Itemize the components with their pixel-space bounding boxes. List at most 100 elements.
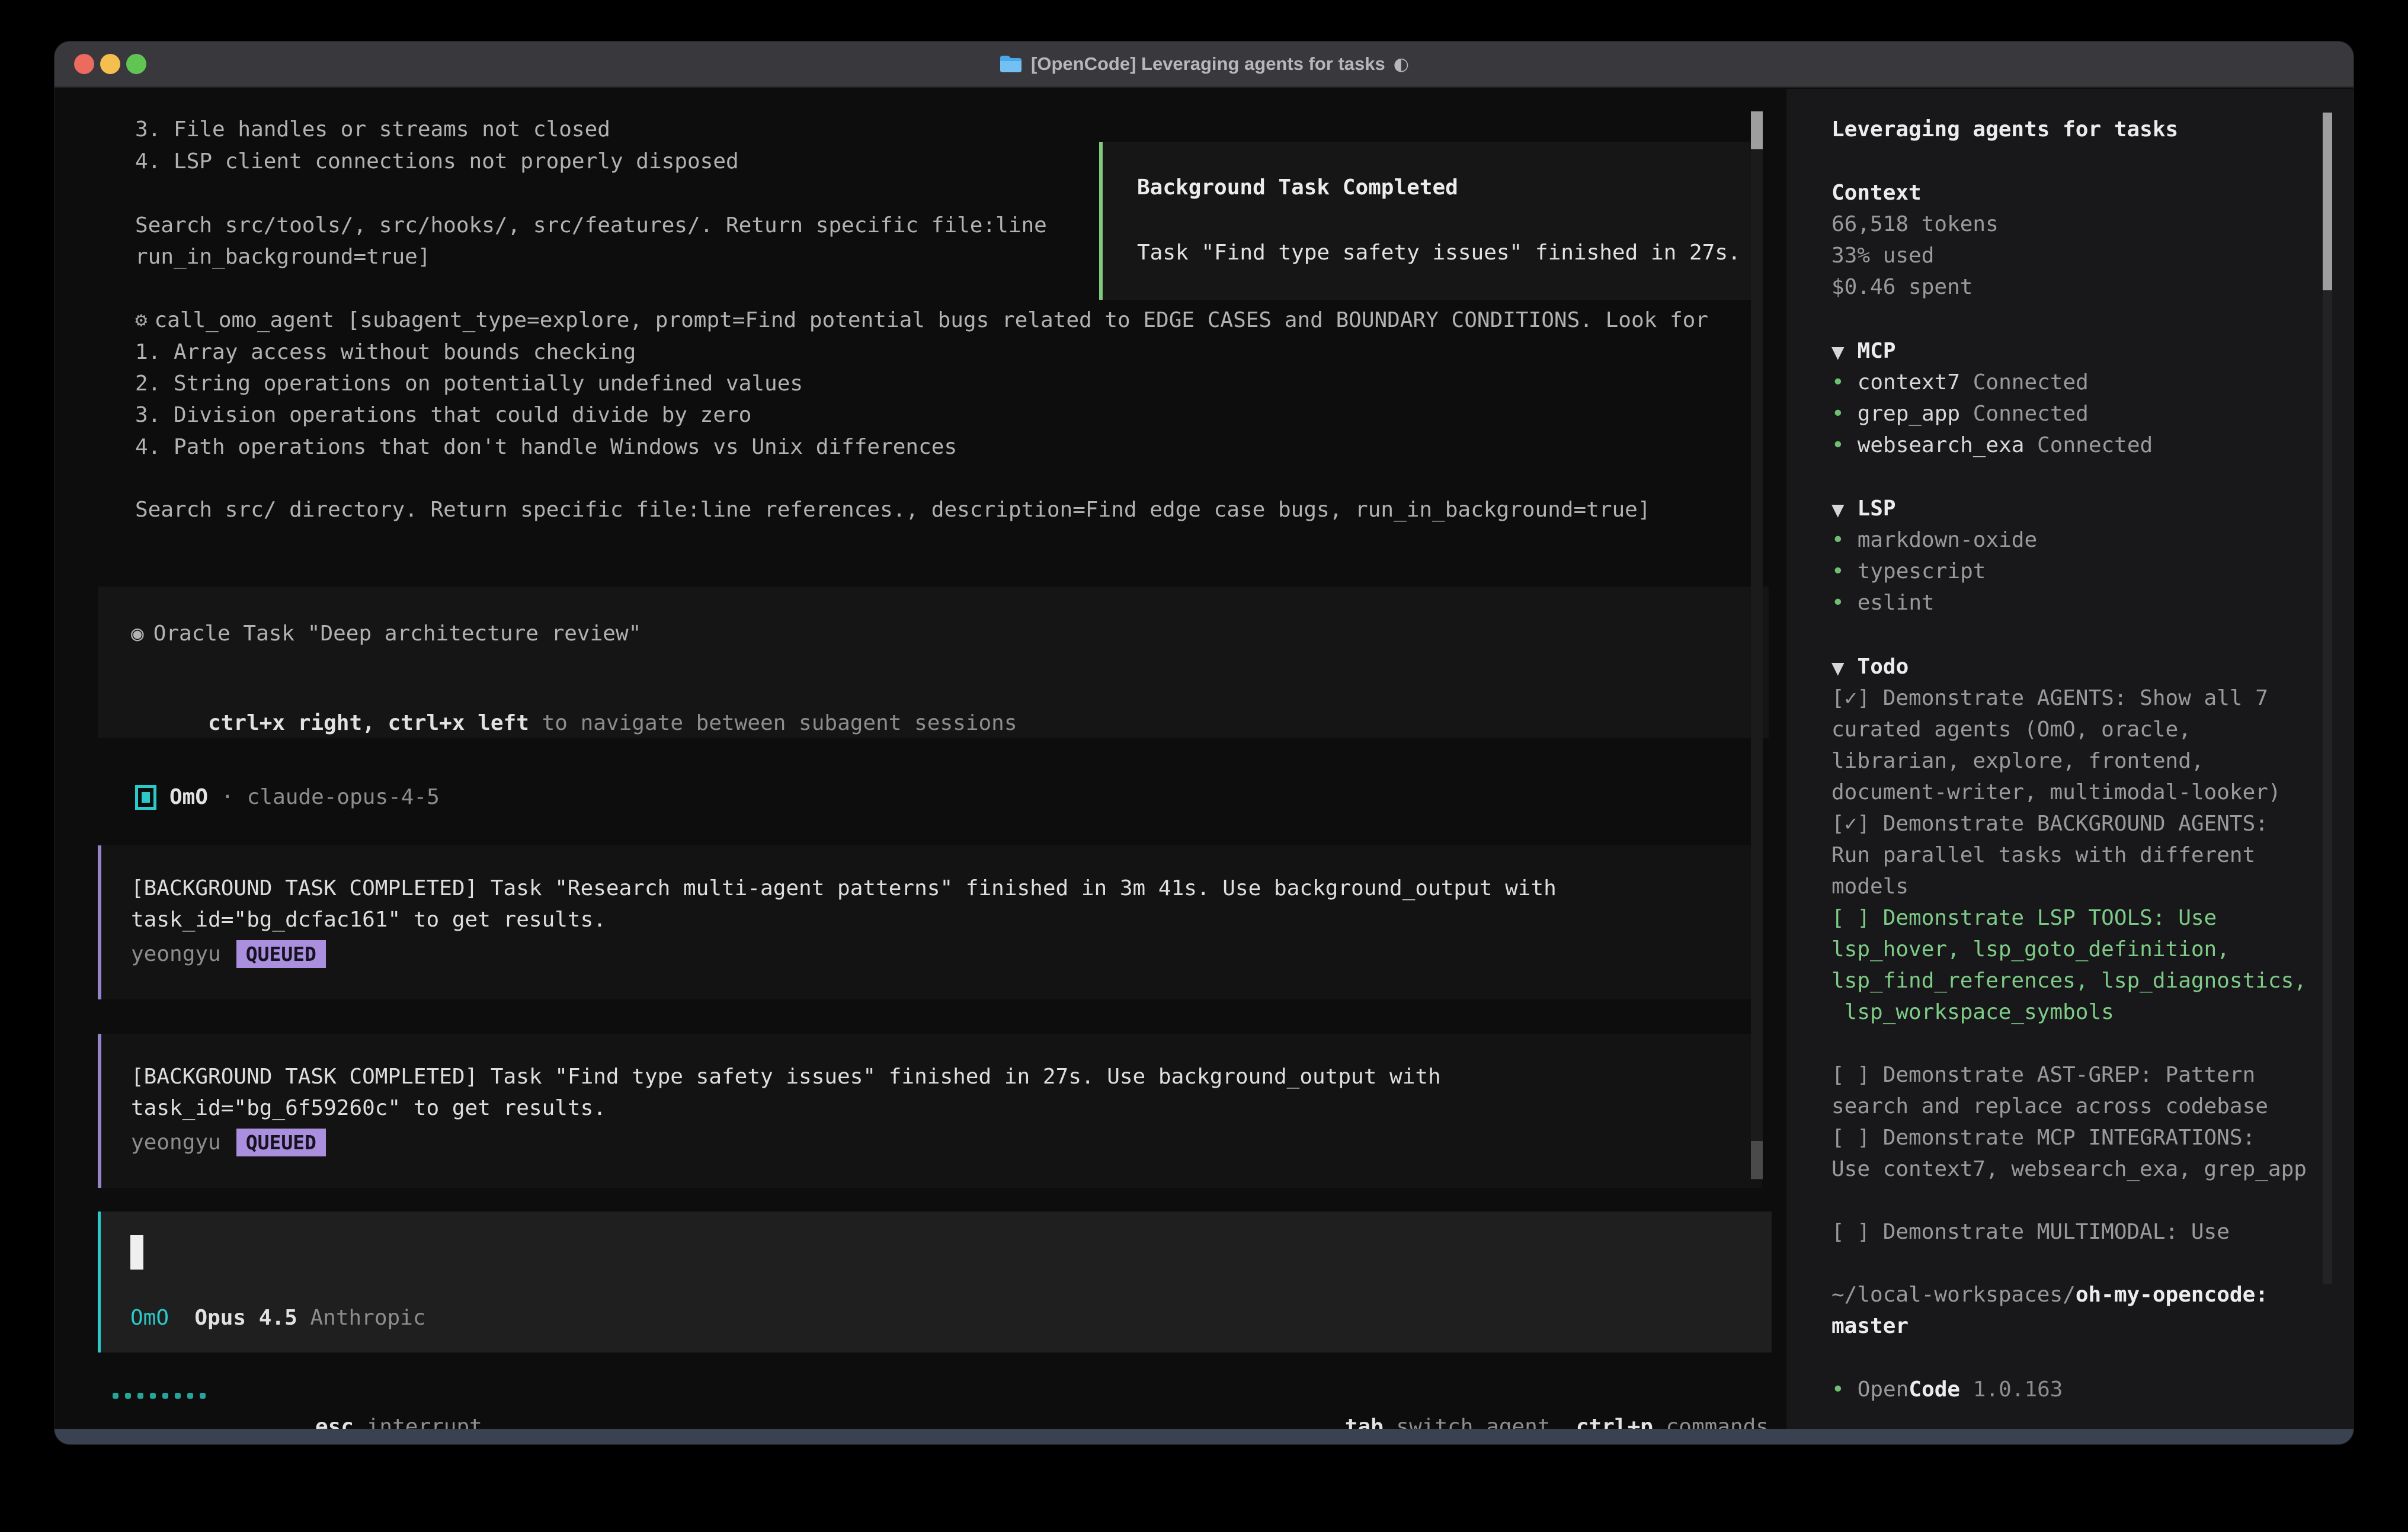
todo-line-active: [ ] Demonstrate LSP TOOLS: Use [1831, 902, 2217, 934]
toast-body: Task "Find type safety issues" finished … [1137, 241, 1741, 265]
todo-line-pending: search and replace across codebase [1831, 1091, 2268, 1122]
mcp-item-status: Connected [2024, 433, 2153, 457]
lsp-section-header[interactable]: ▼ LSP [1831, 493, 1896, 525]
app-window: [OpenCode] Leveraging agents for tasks ◐… [55, 41, 2353, 1444]
task-message-block[interactable]: [BACKGROUND TASK COMPLETED] Task "Resear… [98, 845, 1762, 999]
task-message-line2: task_id="bg_6f59260c" to get results. [131, 1096, 606, 1120]
todo-line-active: lsp_find_references, lsp_diagnostics, [1831, 965, 2307, 996]
todo-line-done: curated agents (OmO, oracle, [1831, 714, 2191, 745]
input-provider-name: Anthropic [310, 1306, 425, 1330]
version-name-bold: Code [1909, 1377, 1960, 1402]
bullet-icon: • [1831, 591, 1845, 615]
lsp-item: • typescript [1831, 556, 1986, 587]
chevron-down-icon: ▼ [1831, 342, 1845, 362]
separator-dot: · [221, 785, 234, 809]
version-number: 1.0.163 [1960, 1377, 2063, 1402]
todo-line-pending: [ ] Demonstrate AST-GREP: Pattern [1831, 1059, 2255, 1091]
spacer [169, 1306, 194, 1330]
bullet-icon: • [1831, 559, 1845, 584]
task-message-line1: [BACKGROUND TASK COMPLETED] Task "Resear… [131, 876, 1557, 900]
agent-header: OmO · claude-opus-4-5 [135, 781, 440, 813]
terminal-line: 3. Division operations that could divide… [135, 399, 751, 431]
bullet-icon: • [1831, 402, 1845, 426]
context-heading: Context [1831, 177, 1922, 209]
mcp-item-status: Connected [1960, 402, 2089, 426]
agent-icon [135, 785, 156, 810]
oracle-task-panel[interactable]: ◉ Oracle Task "Deep architecture review"… [98, 586, 1769, 738]
lsp-item-name: eslint [1858, 591, 1935, 615]
input-agent-name: OmO [130, 1306, 169, 1330]
terminal-line: run_in_background=true] [135, 241, 431, 273]
prompt-input[interactable]: OmO Opus 4.5 Anthropic [98, 1212, 1772, 1352]
sidebar-scrollbar-thumb[interactable] [2323, 113, 2332, 290]
main-scrollbar-track[interactable] [1751, 111, 1763, 1180]
tool-call-text: call_omo_agent [subagent_type=explore, p… [154, 305, 1708, 336]
task-message-line2: task_id="bg_dcfac161" to get results. [131, 908, 606, 932]
todo-line-active: lsp_hover, lsp_goto_definition, [1831, 934, 2230, 965]
todo-line-pending: [ ] Demonstrate MCP INTEGRATIONS: [1831, 1122, 2255, 1153]
task-message-block[interactable]: [BACKGROUND TASK COMPLETED] Task "Find t… [98, 1034, 1762, 1188]
task-user: yeongyu [131, 942, 221, 966]
lsp-item-name: markdown-oxide [1858, 528, 2037, 552]
terminal-line: 4. Path operations that don't handle Win… [135, 431, 957, 463]
keybind-hint-label: to navigate between subagent sessions [529, 711, 1017, 735]
sidebar-scrollbar-track[interactable] [2323, 165, 2332, 1284]
session-title: Leveraging agents for tasks [1831, 114, 2178, 145]
spacer [297, 1306, 310, 1330]
agent-name: OmO [169, 785, 208, 809]
chevron-down-icon: ▼ [1831, 500, 1845, 520]
text-cursor [130, 1235, 143, 1270]
todo-line-done: [✓] Demonstrate BACKGROUND AGENTS: [1831, 808, 2268, 839]
main-scrollbar-indicator[interactable] [1751, 1141, 1763, 1179]
agent-model: claude-opus-4-5 [247, 785, 440, 809]
mcp-item-status: Connected [1960, 370, 2089, 395]
context-used: 33% used [1831, 240, 1934, 271]
terminal-line: 4. LSP client connections not properly d… [135, 146, 739, 177]
mcp-item: • context7 Connected [1831, 367, 2089, 398]
workspace-repo: oh-my-opencode: [2076, 1283, 2268, 1307]
session-indicator-icon: ◐ [1394, 54, 1409, 75]
version-name-dim: Open [1858, 1377, 1909, 1402]
tool-call-line: ⚙ call_omo_agent [subagent_type=explore,… [135, 305, 1708, 336]
workspace-path: ~/local-workspaces/oh-my-opencode: [1831, 1279, 2268, 1310]
todo-line-done: [✓] Demonstrate AGENTS: Show all 7 [1831, 682, 2268, 714]
mcp-item: • websearch_exa Connected [1831, 430, 2153, 461]
window-bottom-bar [55, 1429, 2353, 1444]
input-model-name[interactable]: Opus 4.5 [194, 1306, 297, 1330]
background-task-toast: Background Task Completed Task "Find typ… [1099, 142, 1761, 300]
toast-title: Background Task Completed [1137, 175, 1458, 200]
bullet-icon: • [1831, 370, 1845, 395]
chevron-down-icon: ▼ [1831, 658, 1845, 678]
main-scrollbar-thumb[interactable] [1751, 111, 1763, 149]
terminal-line: 1. Array access without bounds checking [135, 336, 636, 368]
todo-line-pending: [ ] Demonstrate MULTIMODAL: Use [1831, 1216, 2230, 1248]
task-message-line1: [BACKGROUND TASK COMPLETED] Task "Find t… [131, 1065, 1441, 1089]
context-spent: $0.46 spent [1831, 271, 1972, 303]
radio-icon: ◉ [131, 621, 144, 646]
todo-line-done: document-writer, multimodal-looker) [1831, 777, 2281, 808]
mcp-item-name: context7 [1858, 370, 1960, 395]
titlebar: [OpenCode] Leveraging agents for tasks ◐ [55, 41, 2353, 88]
terminal-line: Search src/tools/, src/hooks/, src/featu… [135, 210, 1047, 241]
terminal-line: 2. String operations on potentially unde… [135, 368, 803, 399]
status-badge: QUEUED [236, 940, 326, 968]
todo-line-done: Run parallel tasks with different [1831, 839, 2255, 871]
mcp-heading: MCP [1858, 339, 1896, 363]
keybind-hint: ctrl+x right, ctrl+x left [208, 711, 529, 735]
window-title-group: [OpenCode] Leveraging agents for tasks ◐ [55, 41, 2353, 86]
todo-line-done: models [1831, 871, 1909, 902]
spinner-dots-icon [113, 1393, 206, 1399]
bullet-icon: • [1831, 433, 1845, 457]
lsp-item-name: typescript [1858, 559, 1986, 584]
mcp-section-header[interactable]: ▼ MCP [1831, 335, 1896, 368]
sidebar: Leveraging agents for tasks Context 66,5… [1786, 89, 2353, 1429]
workspace-branch: master [1831, 1310, 1909, 1342]
todo-section-header[interactable]: ▼Todo [1831, 651, 1909, 684]
lsp-item: •markdown-oxide [1831, 524, 2037, 556]
mcp-item-name: websearch_exa [1858, 433, 2025, 457]
status-badge: QUEUED [236, 1129, 326, 1156]
lsp-heading: LSP [1858, 496, 1896, 521]
todo-line-active: lsp_workspace_symbols [1831, 996, 2114, 1028]
gear-icon: ⚙ [135, 305, 147, 336]
terminal-line: 3. File handles or streams not closed [135, 114, 610, 145]
